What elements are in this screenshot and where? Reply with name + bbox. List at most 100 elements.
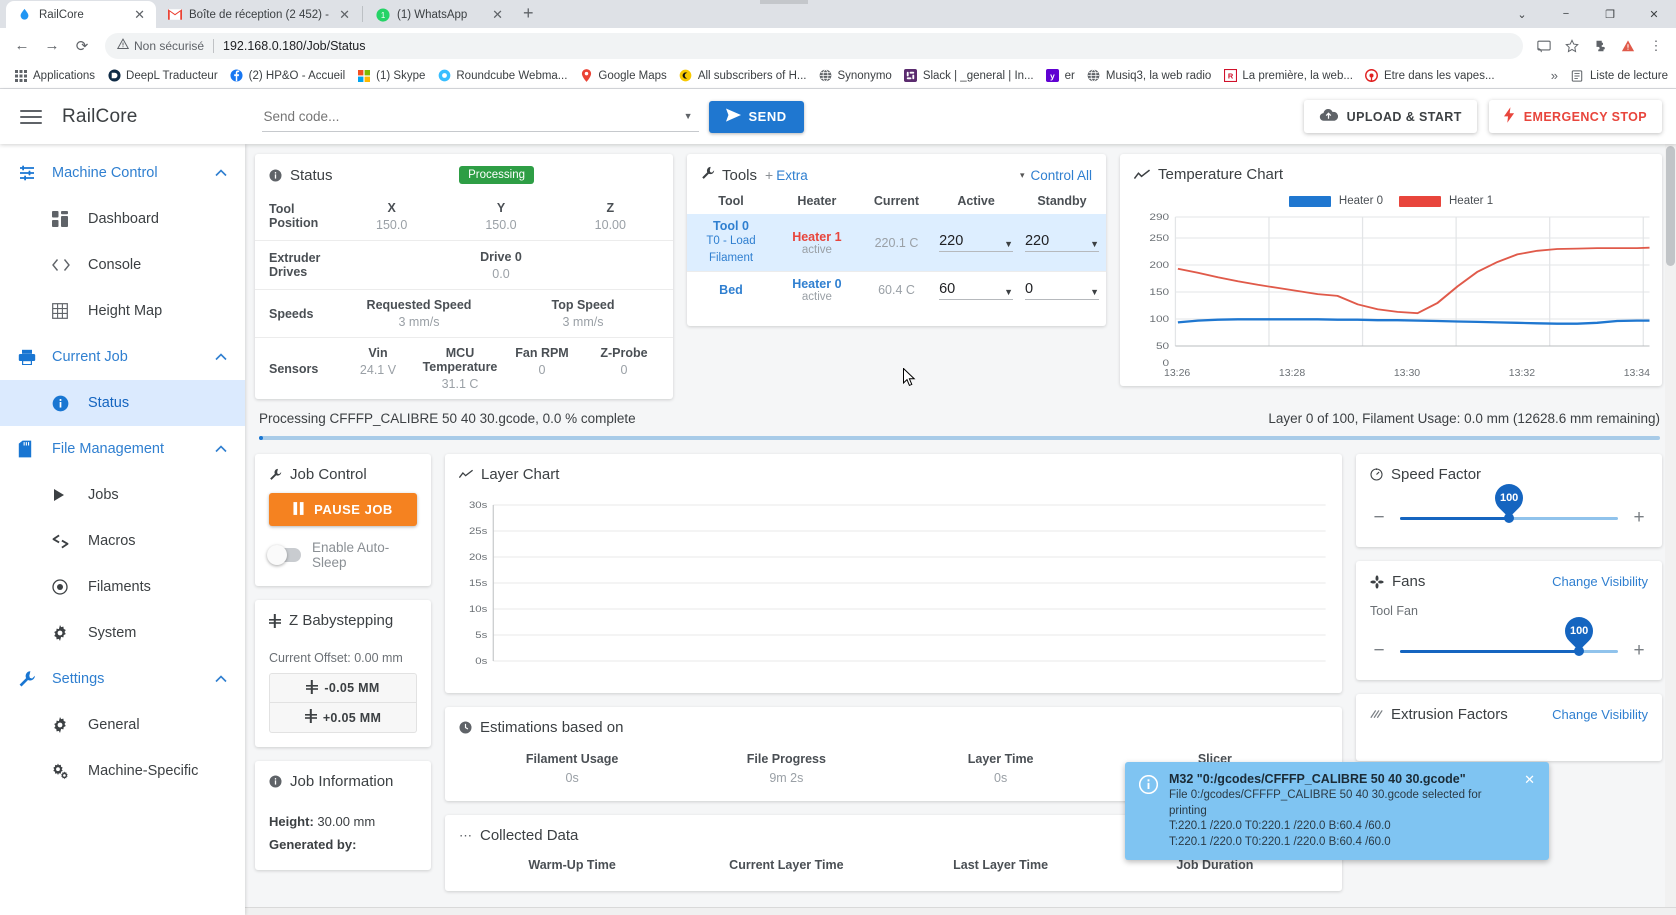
tool-name-cell[interactable]: Bed — [687, 271, 775, 309]
active-temp-select[interactable]: 60 ▼ — [939, 281, 1014, 300]
chevron-up-icon[interactable] — [215, 350, 227, 364]
bookmark-all-subscribers[interactable]: All subscribers of H... — [673, 67, 813, 85]
standby-temp-select[interactable]: 0 ▼ — [1024, 281, 1099, 300]
active-temp-cell[interactable]: 220 ▼ — [934, 214, 1018, 272]
sidebar-item-macros[interactable]: Macros — [0, 518, 245, 564]
standby-temp-cell[interactable]: 220 ▼ — [1018, 214, 1106, 272]
sidebar-group-settings[interactable]: Settings — [0, 656, 245, 702]
tool-sublabel[interactable]: T0 - Load Filament — [687, 233, 775, 266]
hamburger-icon[interactable] — [14, 100, 48, 134]
bookmark-synonymo[interactable]: Synonymo — [812, 67, 897, 85]
legend-item-heater0[interactable]: Heater 0 — [1288, 195, 1383, 207]
tool-name-cell[interactable]: Tool 0 T0 - Load Filament — [687, 214, 775, 272]
maximize-button[interactable]: ❐ — [1588, 0, 1632, 28]
chevron-up-icon[interactable] — [215, 442, 227, 456]
emergency-stop-button[interactable]: EMERGENCY STOP — [1488, 100, 1662, 133]
sidebar-item-jobs[interactable]: Jobs — [0, 472, 245, 518]
bookmark-hpo[interactable]: (2) HP&O - Accueil — [224, 67, 352, 85]
send-code-input[interactable] — [261, 101, 699, 132]
browser-tab-railcore[interactable]: RailCore ✕ — [6, 1, 156, 28]
bookmark-deepl[interactable]: DeepL Traducteur — [101, 67, 224, 85]
bookmark-slack[interactable]: Slack | _general | In... — [898, 67, 1040, 85]
sidebar-group-current-job[interactable]: Current Job — [0, 334, 245, 380]
sidebar-item-system[interactable]: System — [0, 610, 245, 656]
sidebar-item-dashboard[interactable]: Dashboard — [0, 196, 245, 242]
forward-icon[interactable]: → — [38, 32, 66, 60]
bookmark-star-icon[interactable] — [1560, 34, 1584, 58]
bookmark-roundcube[interactable]: Roundcube Webma... — [431, 67, 573, 85]
estimation-header: Layer Time — [967, 752, 1034, 766]
window-close-button[interactable]: ✕ — [1632, 0, 1676, 28]
new-tab-button[interactable]: + — [514, 4, 543, 25]
bookmark-google-maps[interactable]: Google Maps — [573, 67, 672, 85]
control-all-button[interactable]: ▾ Control All — [1020, 168, 1092, 183]
z-babystep-plus-button[interactable]: +0.05 MM — [269, 703, 417, 733]
chrome-menu-chevron-icon[interactable]: ⌄ — [1500, 0, 1544, 28]
sidebar-group-file-management[interactable]: File Management — [0, 426, 245, 472]
sidebar-item-general[interactable]: General — [0, 702, 245, 748]
close-icon[interactable]: ✕ — [489, 8, 506, 21]
sidebar-item-status[interactable]: Status — [0, 380, 245, 426]
browser-tab-gmail[interactable]: Boîte de réception (2 452) - hpo: ✕ — [156, 1, 361, 28]
heater-cell[interactable]: Heater 0 active — [774, 271, 859, 309]
chevron-up-icon[interactable] — [215, 672, 227, 686]
bookmark-label: (2) HP&O - Accueil — [248, 69, 346, 82]
speed-factor-increment-button[interactable]: + — [1630, 507, 1648, 529]
chrome-menu-icon[interactable]: ⋮ — [1644, 34, 1668, 58]
bookmark-etre-dans-les-vapes[interactable]: Etre dans les vapes... — [1359, 67, 1501, 85]
tools-table: Tool Heater Current Active Standby Tool … — [687, 190, 1106, 309]
sidebar-item-console[interactable]: Console — [0, 242, 245, 288]
sidebar-group-machine-control[interactable]: Machine Control — [0, 150, 245, 196]
sidebar-item-machine-specific[interactable]: Machine-Specific — [0, 748, 245, 794]
extensions-puzzle-icon[interactable] — [1588, 34, 1612, 58]
send-button[interactable]: SEND — [708, 100, 804, 133]
standby-temp-select[interactable]: 220 ▼ — [1024, 233, 1099, 253]
close-icon[interactable]: ✕ — [336, 8, 353, 21]
status-row-label: Extruder Drives — [255, 241, 337, 290]
fan-decrement-button[interactable]: − — [1370, 640, 1388, 662]
bookmark-la-premiere[interactable]: R La première, la web... — [1217, 67, 1359, 85]
standby-temp-cell[interactable]: 0 ▼ — [1017, 271, 1106, 309]
toast-close-icon[interactable]: ✕ — [1522, 772, 1537, 788]
auto-sleep-row[interactable]: Enable Auto-Sleep — [267, 526, 417, 574]
upload-and-start-button[interactable]: UPLOAD & START — [1303, 100, 1477, 133]
chevron-up-icon[interactable] — [215, 166, 227, 180]
not-secure-indicator[interactable]: Non sécurisé — [116, 38, 204, 53]
legend-item-heater1[interactable]: Heater 1 — [1399, 195, 1493, 207]
heater-cell[interactable]: Heater 1 active — [775, 214, 859, 272]
minimize-button[interactable]: − — [1544, 0, 1588, 28]
bookmarks-overflow-icon[interactable]: » — [1545, 66, 1564, 85]
auto-sleep-toggle[interactable] — [267, 545, 301, 565]
fans-change-visibility-link[interactable]: Change Visibility — [1552, 574, 1648, 589]
sidebar-item-height-map[interactable]: Height Map — [0, 288, 245, 334]
alert-shield-icon[interactable] — [1616, 34, 1640, 58]
pause-job-button[interactable]: PAUSE JOB — [269, 493, 417, 526]
active-temp-cell[interactable]: 60 ▼ — [934, 271, 1018, 309]
bookmark-applications[interactable]: Applications — [8, 67, 101, 85]
cast-icon[interactable] — [1532, 34, 1556, 58]
bookmark-yahoo[interactable]: y er — [1040, 67, 1081, 85]
reading-list-label[interactable]: Liste de lecture — [1590, 70, 1668, 82]
back-icon[interactable]: ← — [8, 32, 36, 60]
z-babystep-minus-button[interactable]: -0.05 MM — [269, 673, 417, 703]
fan-increment-button[interactable]: + — [1630, 640, 1648, 662]
table-row[interactable]: Bed Heater 0 active 60.4 C 60 ▼ 0 ▼ — [687, 271, 1106, 309]
window-drag-handle[interactable] — [760, 0, 808, 4]
reload-icon[interactable]: ⟳ — [68, 32, 96, 60]
browser-tab-whatsapp[interactable]: 1 (1) WhatsApp ✕ — [364, 1, 514, 28]
bookmark-musiq3[interactable]: Musiq3, la web radio — [1081, 67, 1217, 85]
speed-factor-slider[interactable]: 100 — [1400, 477, 1618, 523]
close-icon[interactable]: ✕ — [131, 8, 148, 21]
fan-slider[interactable]: 100 — [1400, 610, 1618, 656]
speed-factor-decrement-button[interactable]: − — [1370, 507, 1388, 529]
sidebar-item-filaments[interactable]: Filaments — [0, 564, 245, 610]
main-scrollbar-thumb[interactable] — [1666, 146, 1675, 266]
table-row[interactable]: Tool 0 T0 - Load Filament Heater 1 activ… — [687, 214, 1106, 272]
add-extra-button[interactable]: + Extra — [765, 167, 808, 183]
chevron-down-icon[interactable]: ▼ — [684, 111, 693, 121]
active-temp-select[interactable]: 220 ▼ — [939, 233, 1014, 253]
bookmark-skype[interactable]: (1) Skype — [351, 67, 431, 85]
extrusion-change-visibility-link[interactable]: Change Visibility — [1552, 707, 1648, 722]
main-scrollbar-track[interactable] — [1665, 144, 1676, 915]
address-bar[interactable]: Non sécurisé 192.168.0.180/Job/Status — [105, 32, 1523, 59]
